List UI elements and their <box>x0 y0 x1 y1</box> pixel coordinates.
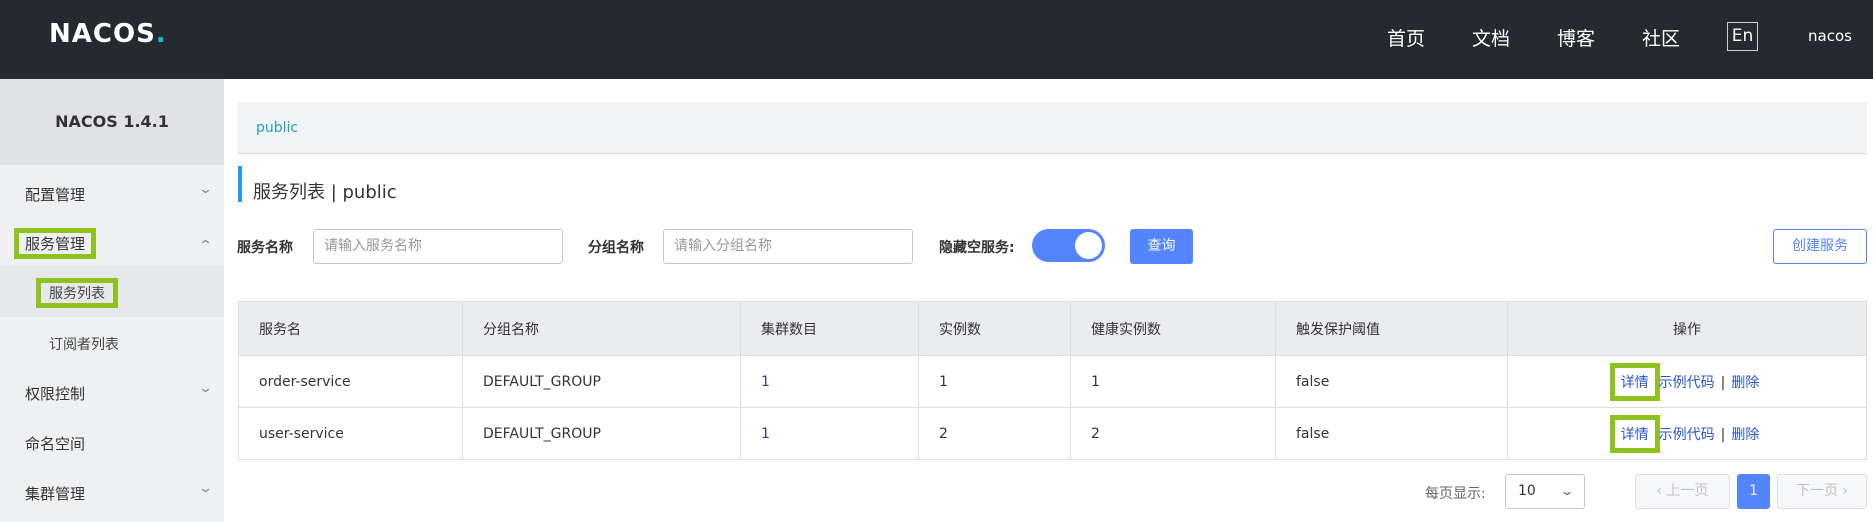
table-header-row: 服务名 分组名称 集群数目 实例数 健康实例数 触发保护阈值 操作 <box>238 301 1867 356</box>
cell-actions: 详情 示例代码 | 删除 <box>1507 355 1867 408</box>
sidebar-item-service-list[interactable]: 服务列表 <box>36 278 118 308</box>
service-name-label: 服务名称 <box>237 240 293 256</box>
sidebar-item-subscribers[interactable]: 订阅者列表 <box>49 334 119 354</box>
nav-docs[interactable]: 文档 <box>1472 24 1510 51</box>
hide-empty-toggle[interactable] <box>1032 229 1105 262</box>
nacos-logo[interactable]: NACOS. <box>49 19 167 49</box>
sidebar-item-namespace[interactable]: 命名空间 <box>25 433 85 454</box>
toggle-knob <box>1075 232 1102 259</box>
chevron-down-icon: ⌄ <box>1559 484 1575 498</box>
page-size-value: 10 <box>1518 483 1536 499</box>
sidebar-item-config[interactable]: 配置管理 <box>25 184 85 205</box>
delete-link[interactable]: 删除 <box>1731 375 1759 391</box>
service-name-input[interactable]: 请输入服务名称 <box>313 229 563 264</box>
sidebar: NACOS 1.4.1 配置管理 ⌄ 服务管理 ⌄ 服务列表 订阅者列表 权限控… <box>0 79 224 522</box>
cell-group-name: DEFAULT_GROUP <box>462 355 741 408</box>
col-instance-count: 实例数 <box>918 301 1071 356</box>
next-page-label: 下一页 <box>1795 483 1838 499</box>
create-service-button[interactable]: 创建服务 <box>1773 229 1867 264</box>
action-separator: | <box>1720 374 1726 391</box>
col-service-name: 服务名 <box>238 301 463 356</box>
table-row: order-service DEFAULT_GROUP 1 1 1 false … <box>238 355 1867 408</box>
sidebar-item-access-control[interactable]: 权限控制 <box>25 383 85 404</box>
cell-instance-count: 2 <box>918 407 1071 460</box>
sample-code-link[interactable]: 示例代码 <box>1659 375 1715 391</box>
cell-group-name: DEFAULT_GROUP <box>462 407 741 460</box>
cell-cluster-count: 1 <box>740 355 919 408</box>
hide-empty-label: 隐藏空服务: <box>939 240 1015 256</box>
group-name-input[interactable]: 请输入分组名称 <box>663 229 913 264</box>
title-accent-bar <box>238 166 242 202</box>
nav-home[interactable]: 首页 <box>1387 24 1425 51</box>
chevron-right-icon: › <box>1837 483 1849 499</box>
chevron-left-icon: ‹ <box>1656 483 1667 499</box>
col-group-name: 分组名称 <box>462 301 741 356</box>
table-row: user-service DEFAULT_GROUP 1 2 2 false 详… <box>238 407 1867 460</box>
cell-service-name: user-service <box>238 407 463 460</box>
cell-service-name: order-service <box>238 355 463 408</box>
cell-healthy-count: 2 <box>1070 407 1276 460</box>
cell-protect-threshold: false <box>1275 355 1508 408</box>
group-name-label: 分组名称 <box>588 240 644 256</box>
cell-instance-count: 1 <box>918 355 1071 408</box>
nav-blog[interactable]: 博客 <box>1557 24 1595 51</box>
logo-dot: . <box>155 19 167 49</box>
cell-healthy-count: 1 <box>1070 355 1276 408</box>
logo-text: NACOS <box>49 19 156 49</box>
delete-link[interactable]: 删除 <box>1731 427 1759 443</box>
col-protect-threshold: 触发保护阈值 <box>1275 301 1508 356</box>
col-cluster-count: 集群数目 <box>740 301 919 356</box>
sidebar-item-service-management[interactable]: 服务管理 <box>13 228 97 259</box>
breadcrumb-namespace[interactable]: public <box>256 120 298 136</box>
col-healthy-instance-count: 健康实例数 <box>1070 301 1276 356</box>
breadcrumb: public <box>238 102 1867 154</box>
page-size-select[interactable]: 10 ⌄ <box>1505 474 1585 509</box>
chevron-down-icon: ⌄ <box>197 481 214 496</box>
cell-cluster-count: 1 <box>740 407 919 460</box>
page-size-label: 每页显示: <box>1425 486 1486 502</box>
detail-link[interactable]: 详情 <box>1609 414 1660 453</box>
next-page-button[interactable]: 下一页 › <box>1777 474 1867 509</box>
query-button[interactable]: 查询 <box>1130 229 1193 264</box>
nav-community[interactable]: 社区 <box>1642 24 1680 51</box>
sample-code-link[interactable]: 示例代码 <box>1659 427 1715 443</box>
language-switch-button[interactable]: En <box>1727 22 1758 51</box>
sidebar-version: NACOS 1.4.1 <box>0 79 224 165</box>
service-table: 服务名 分组名称 集群数目 实例数 健康实例数 触发保护阈值 操作 order-… <box>238 301 1867 460</box>
cell-protect-threshold: false <box>1275 407 1508 460</box>
current-page-button[interactable]: 1 <box>1737 474 1770 509</box>
action-separator: | <box>1720 426 1726 443</box>
detail-link[interactable]: 详情 <box>1609 362 1660 401</box>
page-title: 服务列表 | public <box>253 182 397 203</box>
prev-page-button[interactable]: ‹ 上一页 <box>1635 474 1730 509</box>
col-actions: 操作 <box>1507 301 1867 356</box>
prev-page-label: 上一页 <box>1666 483 1709 499</box>
cell-actions: 详情 示例代码 | 删除 <box>1507 407 1867 460</box>
chevron-up-icon: ⌄ <box>197 236 214 251</box>
chevron-down-icon: ⌄ <box>197 182 214 197</box>
sidebar-item-cluster[interactable]: 集群管理 <box>25 483 85 504</box>
top-navbar: NACOS. 首页 文档 博客 社区 En nacos <box>0 0 1873 79</box>
chevron-down-icon: ⌄ <box>197 381 214 396</box>
username[interactable]: nacos <box>1808 27 1852 45</box>
